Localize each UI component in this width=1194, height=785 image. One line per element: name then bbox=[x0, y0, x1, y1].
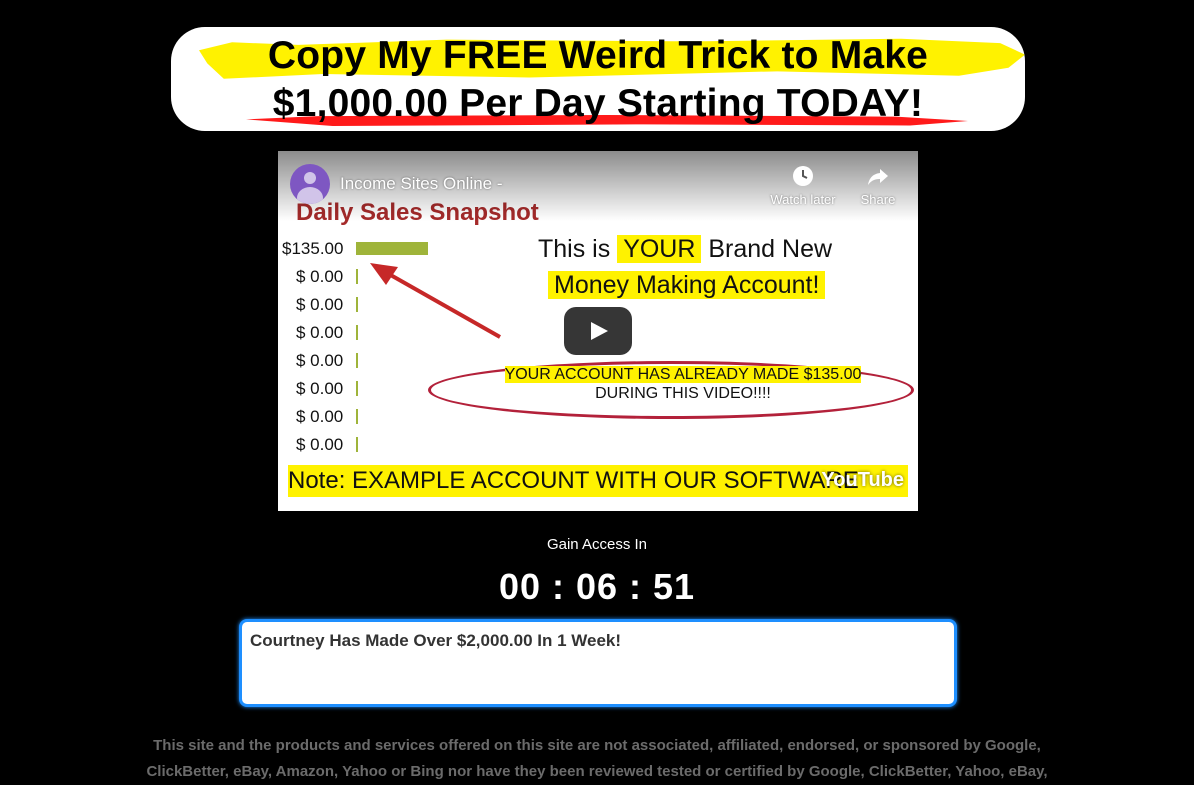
headline-line1: Copy My FREE Weird Trick to Make bbox=[267, 34, 929, 77]
sales-bar bbox=[356, 409, 358, 424]
sales-bar bbox=[356, 353, 358, 368]
red-arrow-icon bbox=[370, 263, 501, 339]
promo-line1-post: Brand New bbox=[701, 235, 833, 263]
ellipse-text-line2: DURING THIS VIDEO!!!! bbox=[595, 385, 771, 402]
sales-bar bbox=[356, 242, 428, 255]
play-icon bbox=[591, 322, 608, 340]
promo-line1-pre: This is bbox=[538, 235, 618, 263]
sales-bar bbox=[356, 297, 358, 312]
promo-line2: Money Making Account! bbox=[548, 271, 826, 299]
share-button[interactable]: Share bbox=[843, 164, 913, 207]
access-label: Gain Access In bbox=[546, 536, 648, 553]
ticker-text: Courtney Has Made Over $2,000.00 In 1 We… bbox=[250, 631, 622, 650]
headline-banner: Copy My FREE Weird Trick to Make $1,000.… bbox=[171, 27, 1025, 131]
watch-later-button[interactable]: Watch later bbox=[768, 164, 838, 207]
note-bar: Note: EXAMPLE ACCOUNT WITH OUR SOFTWARE bbox=[288, 465, 908, 497]
promo-line1: This is YOUR Brand New bbox=[538, 235, 832, 264]
ellipse-callout: YOUR ACCOUNT HAS ALREADY MADE $135.00 DU… bbox=[483, 365, 883, 403]
share-label: Share bbox=[860, 192, 896, 207]
promo-line1-highlight: YOUR bbox=[617, 235, 702, 263]
clock-icon bbox=[793, 166, 813, 186]
play-button[interactable] bbox=[564, 307, 632, 355]
disclaimer-text: This site and the products and services … bbox=[146, 737, 1048, 780]
sales-bar bbox=[356, 325, 358, 340]
headline-line2: $1,000.00 Per Day Starting TODAY! bbox=[272, 82, 924, 125]
share-icon bbox=[868, 169, 888, 185]
sales-bar bbox=[356, 437, 358, 452]
video-title[interactable]: Income Sites Online - bbox=[340, 174, 503, 194]
video-player[interactable]: Daily Sales Snapshot $135.00 $ 0.00 $ 0.… bbox=[278, 151, 918, 511]
sales-bar bbox=[356, 269, 358, 284]
channel-avatar[interactable] bbox=[290, 164, 330, 204]
sales-amount: $135.00 bbox=[282, 239, 344, 258]
youtube-logo[interactable]: YouTube bbox=[821, 469, 904, 492]
watch-later-label: Watch later bbox=[770, 192, 836, 207]
sales-bar bbox=[356, 381, 358, 396]
earnings-ticker: Courtney Has Made Over $2,000.00 In 1 We… bbox=[239, 619, 957, 707]
countdown-timer: 00 : 06 : 51 bbox=[498, 566, 696, 607]
ellipse-text-line1: YOUR ACCOUNT HAS ALREADY MADE $135.00 bbox=[504, 366, 862, 383]
